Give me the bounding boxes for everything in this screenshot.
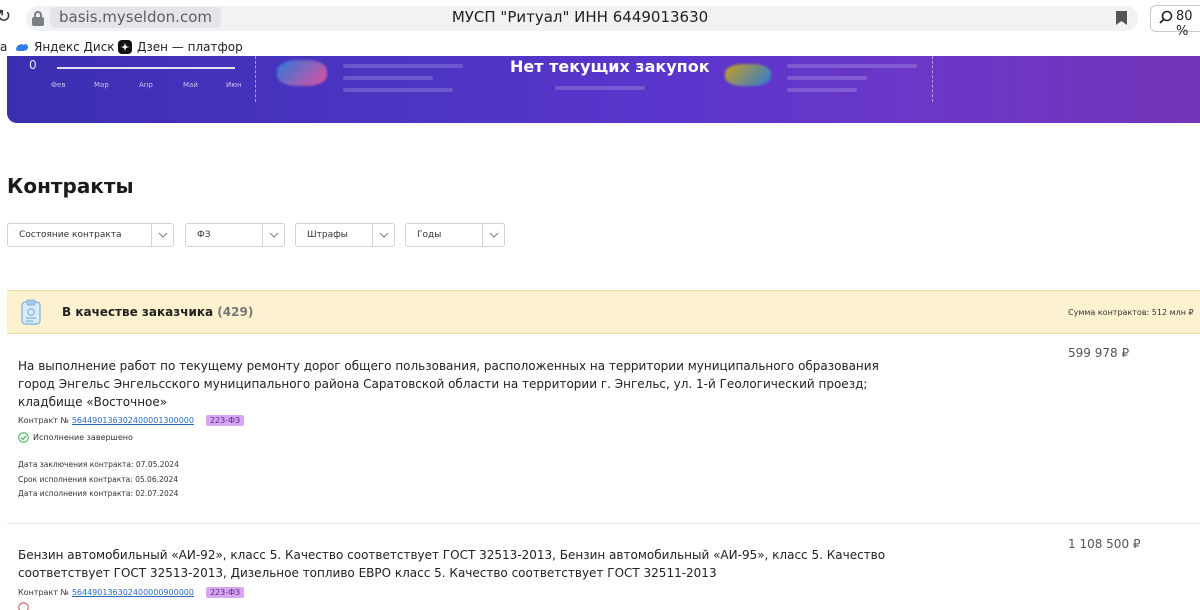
mini-chart-month: Июн	[226, 81, 242, 89]
group-sum: Сумма контрактов: 512 млн ₽	[1068, 308, 1194, 317]
filter-fines[interactable]: Штрафы	[295, 223, 395, 247]
banner-illustration	[277, 60, 327, 86]
mini-chart-zero: 0	[29, 58, 37, 72]
contract-number-row: Контракт № 564490136302400001300000 223-…	[18, 415, 245, 426]
chevron-down-icon[interactable]	[372, 224, 394, 246]
banner-illustration	[725, 64, 771, 86]
analytics-banner: 0 Фев Мар Апр Май Июн Нет текущих закупо…	[7, 56, 1200, 123]
zoom-level: 80 %	[1176, 9, 1193, 39]
contract-date: Дата заключения контракта: 07.05.2024	[18, 460, 179, 469]
banner-placeholder-text	[787, 64, 917, 68]
check-circle-icon	[18, 432, 29, 443]
status-icon	[18, 602, 29, 610]
contract-number-link[interactable]: 564490136302400000900000	[72, 588, 194, 597]
contract-date: Срок исполнения контракта: 05.06.2024	[18, 475, 179, 484]
mini-chart-month: Фев	[51, 81, 66, 89]
contract-price: 1 108 500 ₽	[1068, 537, 1141, 551]
contract-status: Исполнение завершено	[18, 432, 133, 443]
contract-title[interactable]: Бензин автомобильный «АИ-92», класс 5. К…	[18, 546, 888, 582]
chevron-down-icon[interactable]	[151, 224, 173, 246]
dzen-icon	[118, 40, 132, 54]
mini-chart-month: Апр	[139, 81, 153, 89]
contract-price: 599 978 ₽	[1068, 346, 1130, 360]
mini-chart-axis	[57, 67, 235, 69]
law-badge: 223-ФЗ	[205, 415, 245, 426]
yandex-disk-icon	[16, 44, 28, 51]
browser-address-bar: ↻ basis.myseldon.com МУСП "Ритуал" ИНН 6…	[0, 0, 1200, 39]
banner-placeholder-text	[343, 76, 433, 80]
group-as-customer[interactable]: В качестве заказчика (429) Сумма контрак…	[7, 290, 1200, 334]
group-count: (429)	[217, 305, 254, 319]
document-icon	[21, 299, 41, 325]
mini-chart-month: Май	[183, 81, 198, 89]
filter-years[interactable]: Годы	[405, 223, 505, 247]
banner-placeholder-text	[555, 86, 645, 90]
banner-divider	[255, 56, 256, 102]
page-title: МУСП "Ритуал" ИНН 6449013630	[451, 8, 709, 26]
contracts-title: Контракты	[7, 174, 134, 198]
banner-placeholder-text	[343, 64, 463, 68]
banner-placeholder-text	[343, 88, 453, 92]
contract-date: Дата исполнения контракта: 02.07.2024	[18, 489, 179, 498]
mini-chart-month: Мар	[94, 81, 109, 89]
banner-divider	[932, 56, 933, 102]
bookmark-truncated[interactable]: а	[0, 40, 7, 54]
contract-number-row: Контракт № 564490136302400000900000 223-…	[18, 587, 245, 598]
law-badge: 223-ФЗ	[205, 587, 245, 598]
group-title: В качестве заказчика (429)	[62, 305, 254, 319]
bookmark-dzen[interactable]: Дзен — платформа	[118, 40, 242, 54]
bookmark-yandex-disk[interactable]: Яндекс Диск	[15, 40, 115, 54]
chevron-down-icon[interactable]	[262, 224, 284, 246]
chevron-down-icon[interactable]	[482, 224, 504, 246]
banner-placeholder-text	[787, 88, 857, 92]
banner-headline: Нет текущих закупок	[510, 57, 710, 76]
contract-number-link[interactable]: 564490136302400001300000	[72, 416, 194, 425]
magnifier-icon	[1159, 10, 1173, 24]
filter-law[interactable]: ФЗ	[185, 223, 285, 247]
contract-title[interactable]: На выполнение работ по текущему ремонту …	[18, 357, 888, 411]
bookmark-icon[interactable]	[1116, 11, 1127, 25]
row-divider	[7, 523, 1200, 524]
banner-placeholder-text	[787, 76, 867, 80]
filter-contract-status[interactable]: Состояние контракта	[7, 223, 174, 247]
